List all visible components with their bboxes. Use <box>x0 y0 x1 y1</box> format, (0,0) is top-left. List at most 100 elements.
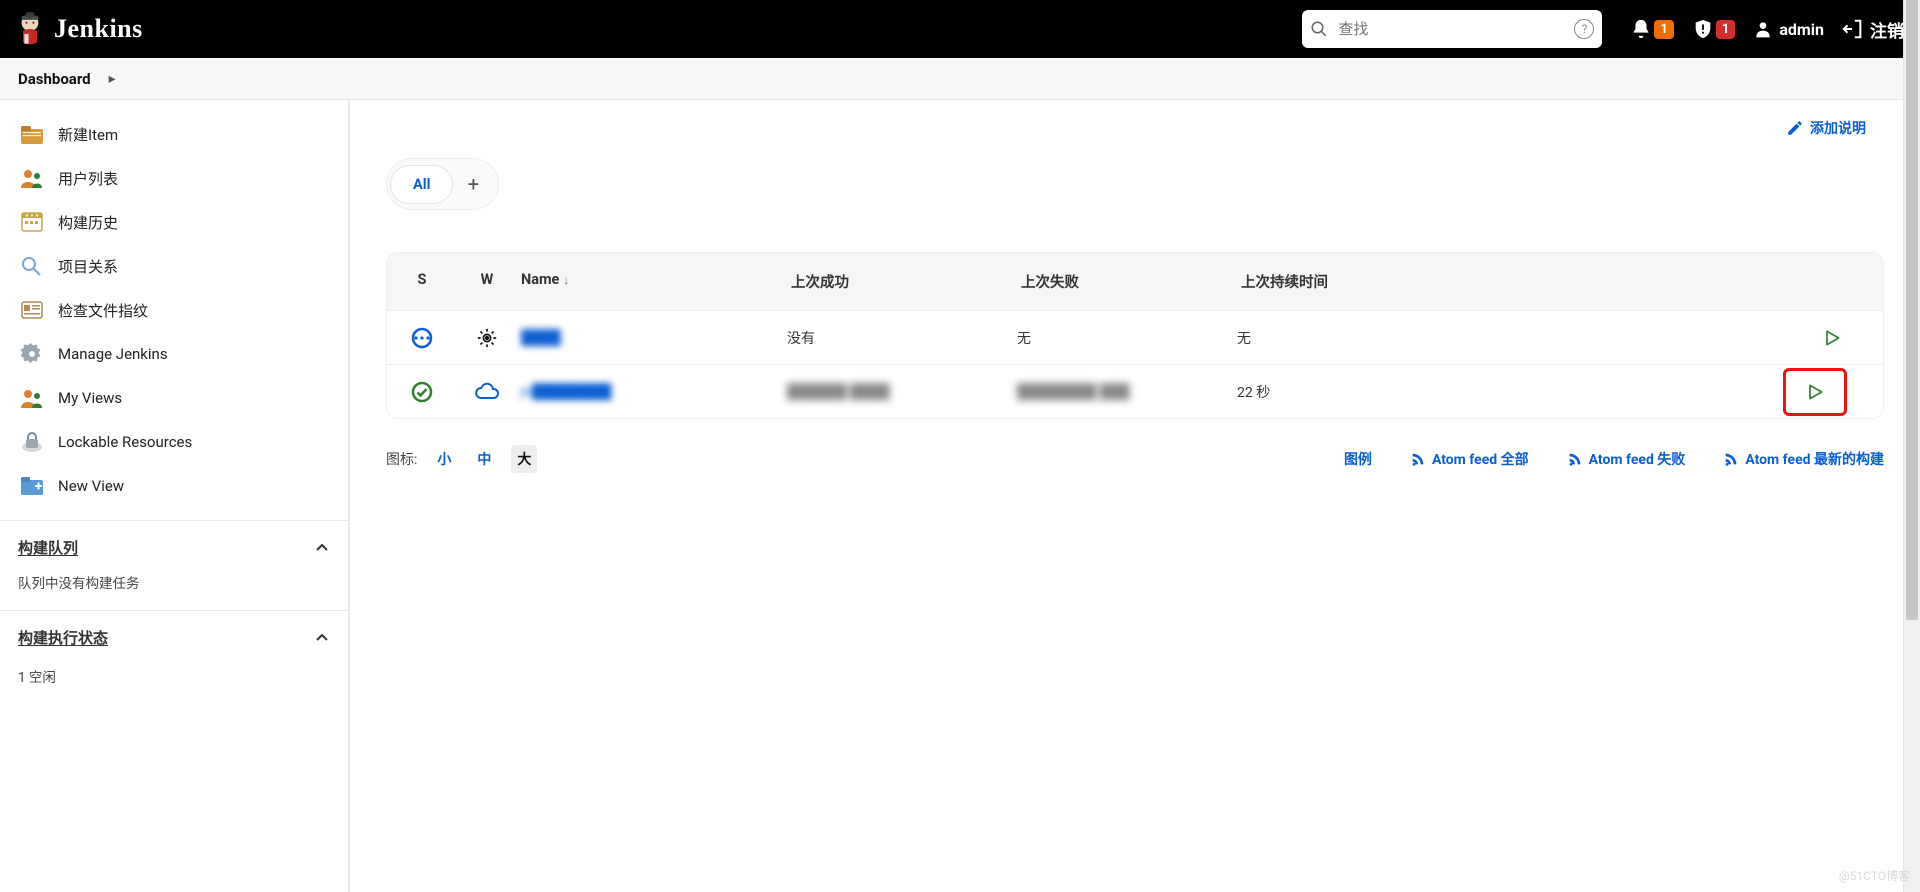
build-executor-section: 构建执行状态 1 空闲 <box>0 610 348 708</box>
legend-link[interactable]: 图例 <box>1344 449 1372 469</box>
job-name-link[interactable]: jn████████ <box>521 384 611 400</box>
size-large[interactable]: 大 <box>511 445 537 473</box>
col-header-status[interactable]: S <box>387 253 457 310</box>
sidebar-item-new-view[interactable]: New View <box>8 464 340 508</box>
topbar: Jenkins ? 1 1 admin 注销 <box>0 0 1920 58</box>
feed-failures[interactable]: Atom feed 失败 <box>1567 449 1686 469</box>
cell-last-failure: 无 <box>1017 328 1237 348</box>
executor-row: 1 空闲 <box>18 662 330 690</box>
logout-icon <box>1842 18 1864 40</box>
new-item-icon <box>20 122 44 146</box>
username-label: admin <box>1779 20 1824 39</box>
schedule-build-button[interactable] <box>1800 377 1830 407</box>
play-icon <box>1822 328 1842 348</box>
add-description-label: 添加说明 <box>1810 118 1866 138</box>
rss-icon <box>1410 451 1426 467</box>
feed-all[interactable]: Atom feed 全部 <box>1410 449 1529 469</box>
chevron-right-icon: ▸ <box>109 71 116 87</box>
size-small[interactable]: 小 <box>431 445 457 473</box>
status-success-icon <box>410 380 434 404</box>
sidebar-item-label: New View <box>58 477 124 495</box>
build-queue-toggle[interactable]: 构建队列 <box>0 527 348 568</box>
security-alerts-button[interactable]: 1 <box>1692 18 1735 40</box>
search-input[interactable] <box>1328 21 1568 38</box>
sidebar-item-new-item[interactable]: 新建Item <box>8 112 340 156</box>
sidebar-item-people[interactable]: 用户列表 <box>8 156 340 200</box>
build-queue-empty: 队列中没有构建任务 <box>0 568 348 606</box>
breadcrumb: Dashboard ▸ <box>0 58 1920 100</box>
col-header-name[interactable]: Name↓ <box>517 253 787 310</box>
play-icon <box>1805 382 1825 402</box>
search-relations-icon <box>20 254 44 278</box>
col-header-last-failure[interactable]: 上次失败 <box>1017 253 1237 310</box>
table-header: S W Name↓ 上次成功 上次失败 上次持续时间 <box>387 253 1883 310</box>
table-row: ████ 没有 无 无 <box>387 310 1883 364</box>
tab-add-button[interactable]: + <box>452 163 494 205</box>
sidebar-item-my-views[interactable]: My Views <box>8 376 340 420</box>
people-icon <box>20 166 44 190</box>
cell-last-failure: ████████ ███ <box>1017 384 1130 400</box>
user-icon <box>1753 19 1773 39</box>
build-queue-title: 构建队列 <box>18 537 78 558</box>
cell-duration: 无 <box>1237 328 1427 348</box>
search-help-icon[interactable]: ? <box>1574 19 1594 39</box>
breadcrumb-root[interactable]: Dashboard <box>18 70 91 88</box>
notifications-badge: 1 <box>1654 20 1673 39</box>
size-medium[interactable]: 中 <box>471 445 497 473</box>
sidebar-item-label: 项目关系 <box>58 256 118 277</box>
bell-icon <box>1630 18 1652 40</box>
table-footer: 图标: 小 中 大 图例 Atom feed 全部 Atom feed 失败 A… <box>386 445 1884 473</box>
jenkins-logo-icon <box>16 11 44 47</box>
fingerprint-icon <box>20 298 44 322</box>
build-executor-toggle[interactable]: 构建执行状态 <box>0 617 348 658</box>
icon-size-label: 图标: <box>386 449 417 469</box>
folder-plus-icon <box>20 474 44 498</box>
sidebar-item-fingerprint[interactable]: 检查文件指纹 <box>8 288 340 332</box>
notifications-button[interactable]: 1 <box>1630 18 1673 40</box>
build-executor-title: 构建执行状态 <box>18 627 108 648</box>
build-queue-section: 构建队列 队列中没有构建任务 <box>0 520 348 610</box>
jobs-table: S W Name↓ 上次成功 上次失败 上次持续时间 ████ 没有 无 无 <box>386 252 1884 419</box>
sidebar-item-label: My Views <box>58 389 122 407</box>
cell-last-success: 没有 <box>787 328 1017 348</box>
rss-icon <box>1567 451 1583 467</box>
search-icon <box>1310 20 1328 38</box>
tab-all[interactable]: All <box>391 166 452 203</box>
weather-sun-icon <box>476 327 498 349</box>
user-link[interactable]: admin <box>1753 19 1824 39</box>
col-header-weather[interactable]: W <box>457 253 517 310</box>
weather-cloud-icon <box>474 382 500 402</box>
sidebar-item-lockable[interactable]: Lockable Resources <box>8 420 340 464</box>
table-row: jn████████ ██████ ████ ████████ ███ 22 秒 <box>387 364 1883 418</box>
sidebar-item-build-history[interactable]: 构建历史 <box>8 200 340 244</box>
schedule-build-button[interactable] <box>1817 323 1847 353</box>
view-tabs: All + <box>386 158 499 210</box>
highlight-annotation <box>1783 368 1847 416</box>
brand-text: Jenkins <box>54 14 143 44</box>
sidebar-item-project-relationship[interactable]: 项目关系 <box>8 244 340 288</box>
gear-icon <box>20 342 44 366</box>
search-box[interactable]: ? <box>1302 10 1602 48</box>
pencil-icon <box>1786 119 1804 137</box>
job-name-link[interactable]: ████ <box>521 330 561 346</box>
feed-latest[interactable]: Atom feed 最新的构建 <box>1723 449 1884 469</box>
status-building-icon <box>410 326 434 350</box>
sidebar-item-label: 新建Item <box>58 124 118 145</box>
sidebar-item-label: 检查文件指纹 <box>58 300 148 321</box>
history-icon <box>20 210 44 234</box>
lock-icon <box>20 430 44 454</box>
add-description-button[interactable]: 添加说明 <box>1786 118 1866 138</box>
sidebar-item-label: 用户列表 <box>58 168 118 189</box>
rss-icon <box>1723 451 1739 467</box>
logout-button[interactable]: 注销 <box>1842 17 1904 42</box>
shield-icon <box>1692 18 1714 40</box>
security-badge: 1 <box>1716 20 1735 39</box>
jenkins-logo[interactable]: Jenkins <box>16 11 143 47</box>
col-header-duration[interactable]: 上次持续时间 <box>1237 253 1427 310</box>
my-views-icon <box>20 386 44 410</box>
sidebar-item-label: Manage Jenkins <box>58 345 168 363</box>
col-header-last-success[interactable]: 上次成功 <box>787 253 1017 310</box>
sidebar-item-label: 构建历史 <box>58 212 118 233</box>
sidebar-item-manage[interactable]: Manage Jenkins <box>8 332 340 376</box>
cell-last-success: ██████ ████ <box>787 384 890 400</box>
